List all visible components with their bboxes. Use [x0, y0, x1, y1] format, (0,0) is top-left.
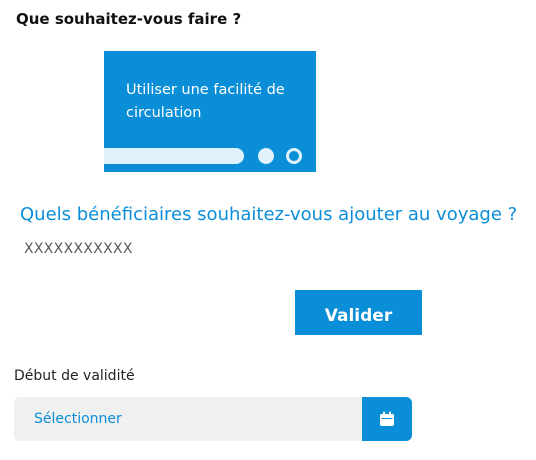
validity-start-label: Début de validité: [14, 368, 135, 384]
card-decoration-dot-filled: [258, 148, 274, 164]
beneficiary-name: XXXXXXXXXXX: [24, 241, 133, 257]
validity-date-input[interactable]: [14, 397, 362, 441]
option-card-label: Utiliser une facilité de circulation: [126, 82, 285, 121]
page-question-title: Que souhaitez-vous faire ?: [16, 10, 242, 28]
calendar-button[interactable]: [362, 397, 412, 441]
calendar-icon: [380, 411, 394, 426]
validity-date-field: [14, 397, 412, 441]
beneficiaries-question-title: Quels bénéficiaires souhaitez-vous ajout…: [20, 204, 518, 225]
option-card-circulation[interactable]: Utiliser une facilité de circulation: [104, 51, 316, 172]
validate-button[interactable]: Valider: [295, 290, 422, 335]
card-decoration-dot-ring: [286, 148, 302, 164]
card-decoration-bar: [104, 148, 244, 164]
